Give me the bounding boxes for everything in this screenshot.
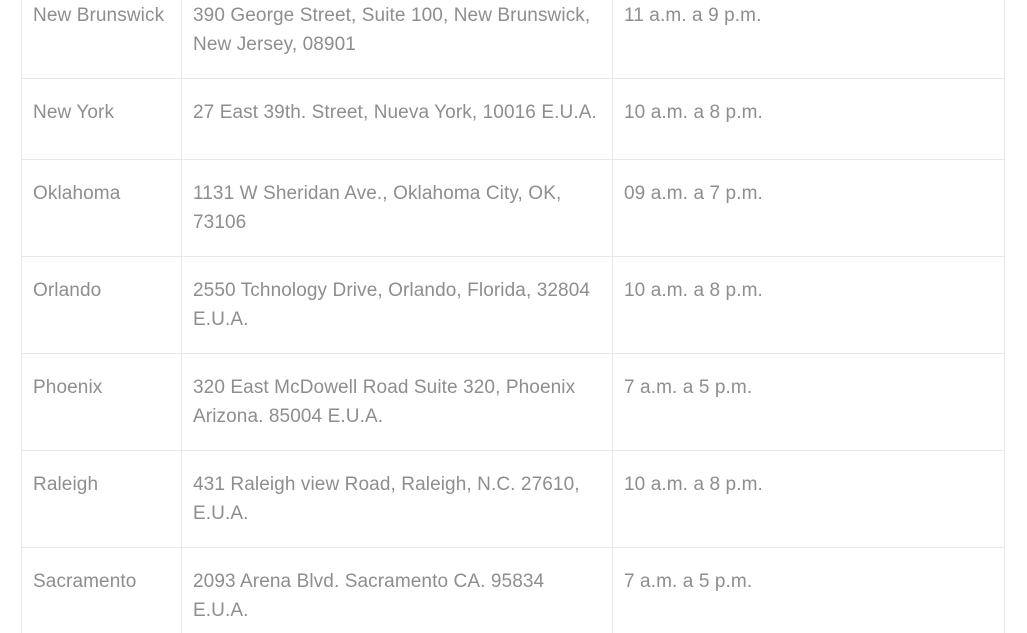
cell-hours: 09 a.m. a 7 p.m. [612,159,1005,257]
cell-city: New Brunswick [21,0,182,79]
cell-address: 2550 Tchnology Drive, Orlando, Florida, … [181,256,613,354]
table-row: New Brunswick 390 George Street, Suite 1… [21,0,1005,79]
cell-city: Raleigh [21,450,182,548]
cell-city: Phoenix [21,353,182,451]
table-row: Phoenix 320 East McDowell Road Suite 320… [21,353,1005,451]
cell-hours: 10 a.m. a 8 p.m. [612,450,1005,548]
cell-city: Sacramento [21,547,182,633]
locations-table-body: New Brunswick 390 George Street, Suite 1… [21,0,1005,633]
cell-city: Orlando [21,256,182,354]
table-row: Raleigh 431 Raleigh view Road, Raleigh, … [21,450,1005,548]
cell-hours: 10 a.m. a 8 p.m. [612,78,1005,160]
cell-city: New York [21,78,182,160]
table-row: Orlando 2550 Tchnology Drive, Orlando, F… [21,256,1005,354]
cell-address: 27 East 39th. Street, Nueva York, 10016 … [181,78,613,160]
table-row: New York 27 East 39th. Street, Nueva Yor… [21,78,1005,160]
page-viewport: New Brunswick 390 George Street, Suite 1… [0,0,1027,633]
cell-address: 390 George Street, Suite 100, New Brunsw… [181,0,613,79]
locations-table: New Brunswick 390 George Street, Suite 1… [21,0,1005,633]
cell-hours: 11 a.m. a 9 p.m. [612,0,1005,79]
cell-address: 320 East McDowell Road Suite 320, Phoeni… [181,353,613,451]
cell-hours: 7 a.m. a 5 p.m. [612,547,1005,633]
table-row: Sacramento 2093 Arena Blvd. Sacramento C… [21,547,1005,633]
cell-address: 1131 W Sheridan Ave., Oklahoma City, OK,… [181,159,613,257]
locations-table-container: New Brunswick 390 George Street, Suite 1… [21,0,1005,633]
cell-hours: 7 a.m. a 5 p.m. [612,353,1005,451]
cell-city: Oklahoma [21,159,182,257]
cell-address: 431 Raleigh view Road, Raleigh, N.C. 276… [181,450,613,548]
cell-address: 2093 Arena Blvd. Sacramento CA. 95834 E.… [181,547,613,633]
table-row: Oklahoma 1131 W Sheridan Ave., Oklahoma … [21,159,1005,257]
cell-hours: 10 a.m. a 8 p.m. [612,256,1005,354]
